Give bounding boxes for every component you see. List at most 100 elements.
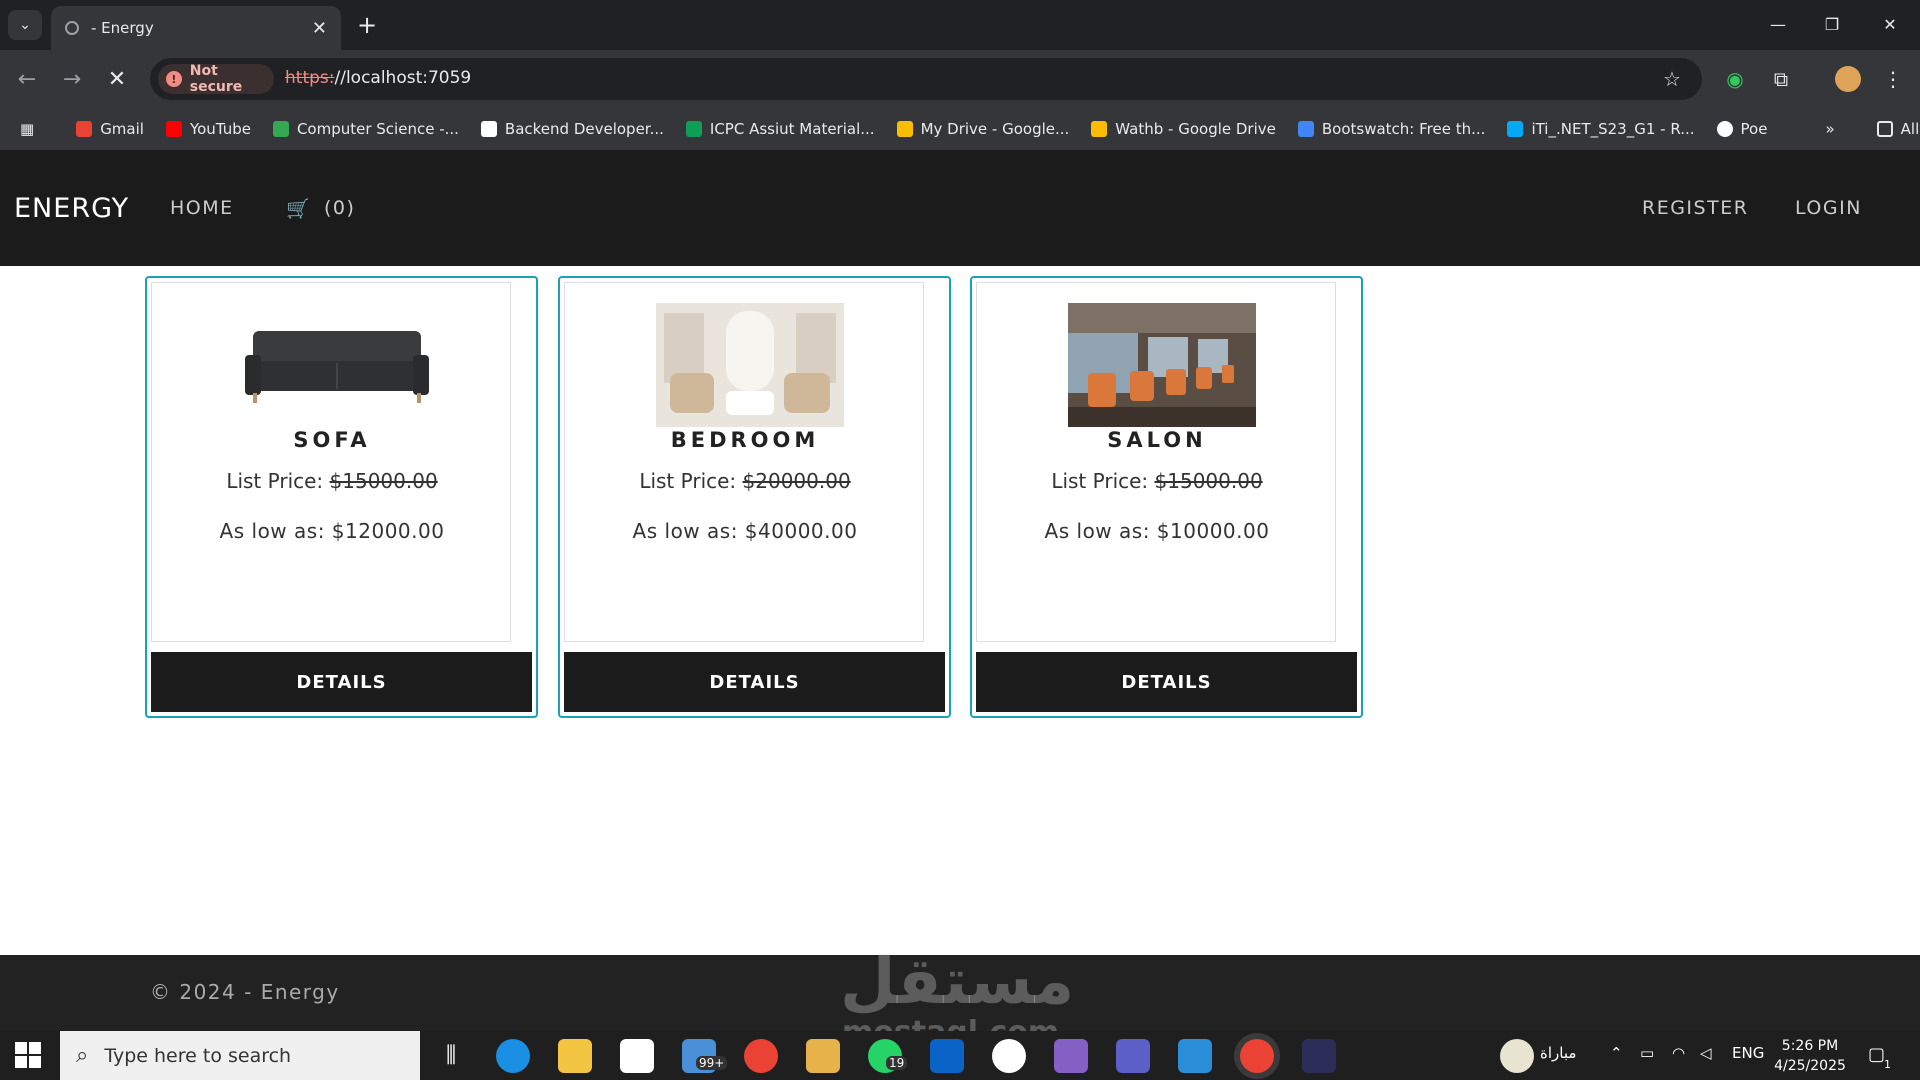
mongodb-compass-icon[interactable] <box>992 1039 1026 1073</box>
restore-icon[interactable]: ❐ <box>1812 8 1852 40</box>
details-button[interactable]: DETAILS <box>564 652 945 712</box>
browser-tab[interactable]: - Energy ✕ <box>51 6 341 50</box>
list-price-value: $15000.00 <box>1154 469 1263 493</box>
list-price-value: $15000.00 <box>329 469 438 493</box>
all-bookmarks[interactable]: All Bookmarks <box>1876 120 1920 138</box>
low-price-label: As low as: <box>219 519 325 543</box>
bookmark-gmail[interactable]: Gmail <box>76 120 144 138</box>
taskbar-clock[interactable]: 5:26 PM 4/25/2025 <box>1770 1036 1850 1076</box>
back-icon[interactable]: ← <box>10 62 44 96</box>
stop-loading-icon[interactable]: ✕ <box>100 62 134 96</box>
bookmark-bootswatch[interactable]: Bootswatch: Free th... <box>1297 120 1486 138</box>
windows-start-icon[interactable] <box>15 1042 41 1068</box>
product-name: SOFA <box>293 428 371 452</box>
product-card-sofa: SOFA List Price: $15000.00 As low as: $1… <box>145 276 538 718</box>
tab-title: - Energy <box>91 19 154 37</box>
low-price: As low as: $12000.00 <box>152 519 512 543</box>
visual-studio-icon[interactable] <box>1054 1039 1088 1073</box>
sharepoint-icon <box>1507 121 1524 137</box>
notifications-icon[interactable]: ▢ <box>1868 1044 1885 1065</box>
teams-icon[interactable] <box>1116 1039 1150 1073</box>
close-tab-icon[interactable]: ✕ <box>312 18 327 39</box>
vscode-icon[interactable] <box>1178 1039 1212 1073</box>
task-view-icon[interactable]: ⫼ <box>434 1039 468 1073</box>
browser-menu-icon[interactable]: ⋮ <box>1878 64 1908 94</box>
bookmark-label: Bootswatch: Free th... <box>1321 120 1486 138</box>
list-price: List Price: $15000.00 <box>977 469 1337 493</box>
bookmark-youtube[interactable]: YouTube <box>165 120 251 138</box>
forward-icon[interactable]: → <box>55 62 89 96</box>
low-price: As low as: $10000.00 <box>977 519 1337 543</box>
bookmark-wathb[interactable]: Wathb - Google Drive <box>1091 120 1276 138</box>
chrome-active-icon[interactable] <box>1240 1039 1274 1073</box>
bookmark-label: Backend Developer... <box>504 120 664 138</box>
apps-icon[interactable]: ▦ <box>20 120 34 138</box>
bookmark-poe[interactable]: Poe <box>1716 120 1767 138</box>
low-price-value: $10000.00 <box>1156 519 1270 543</box>
bookmark-icpc[interactable]: ICPC Assiut Material... <box>685 120 875 138</box>
snipping-tool-icon[interactable] <box>806 1039 840 1073</box>
bookmark-label: My Drive - Google... <box>920 120 1070 138</box>
weather-label[interactable]: مباراة <box>1540 1044 1576 1062</box>
sofa-image <box>245 331 429 403</box>
new-tab-button[interactable]: + <box>352 10 382 40</box>
search-placeholder: Type here to search <box>104 1044 292 1067</box>
bookmark-star-icon[interactable]: ☆ <box>1657 64 1687 94</box>
gmail-icon <box>76 121 93 137</box>
low-price-label: As low as: <box>632 519 738 543</box>
product-card-body: SALON List Price: $15000.00 As low as: $… <box>976 282 1336 642</box>
list-price: List Price: $20000.00 <box>565 469 925 493</box>
url-text[interactable]: https://localhost:7059 <box>285 68 471 88</box>
taskbar-search[interactable]: ⌕ Type here to search <box>60 1031 420 1080</box>
tab-search-menu-button[interactable]: ⌄ <box>8 10 42 40</box>
bookmarks-bar: ▦ Gmail YouTube Computer Science -... Ba… <box>0 108 1920 150</box>
cart-icon[interactable]: 🛒 <box>286 197 310 220</box>
not-secure-chip[interactable]: ! Not secure <box>158 63 274 95</box>
drive-icon <box>1091 121 1108 137</box>
terminal-icon[interactable] <box>1302 1039 1336 1073</box>
tray-chevron-icon[interactable]: ⌃ <box>1610 1044 1623 1062</box>
close-window-icon[interactable]: ✕ <box>1870 8 1910 40</box>
details-button[interactable]: DETAILS <box>151 652 532 712</box>
extensions-icon[interactable]: ⧉ <box>1766 64 1796 94</box>
edge-icon[interactable] <box>496 1039 530 1073</box>
details-button[interactable]: DETAILS <box>976 652 1357 712</box>
bookmark-my-drive[interactable]: My Drive - Google... <box>896 120 1070 138</box>
grammarly-icon[interactable]: ◉ <box>1720 64 1750 94</box>
bookmark-computer-science[interactable]: Computer Science -... <box>272 120 459 138</box>
chrome-icon[interactable] <box>744 1039 778 1073</box>
cart-count[interactable]: (0) <box>324 197 355 219</box>
language-indicator[interactable]: ENG <box>1732 1044 1764 1062</box>
url-host: //localhost:7059 <box>334 68 472 88</box>
bedroom-image <box>656 303 844 427</box>
battery-icon[interactable]: ▭ <box>1640 1044 1654 1062</box>
nav-login[interactable]: LOGIN <box>1795 197 1862 219</box>
file-explorer-icon[interactable] <box>558 1039 592 1073</box>
mail-badge: 99+ <box>696 1056 728 1070</box>
url-protocol: https: <box>285 68 335 88</box>
not-secure-label: Not secure <box>189 63 243 95</box>
product-card-body: BEDROOM List Price: $20000.00 As low as:… <box>564 282 924 642</box>
bookmark-iti[interactable]: iTi_.NET_S23_G1 - R... <box>1507 120 1695 138</box>
all-bookmarks-label: All Bookmarks <box>1900 120 1920 138</box>
weather-icon[interactable] <box>1500 1039 1534 1073</box>
bookmarks-overflow-icon[interactable]: » <box>1825 120 1834 138</box>
site-brand[interactable]: ENERGY <box>14 193 129 224</box>
loading-icon <box>65 21 79 35</box>
nav-home[interactable]: HOME <box>170 197 234 219</box>
bookmark-backend-developer[interactable]: Backend Developer... <box>480 120 664 138</box>
salon-image <box>1068 303 1256 427</box>
bootswatch-icon <box>1297 121 1314 137</box>
volume-icon[interactable]: ◁ <box>1700 1044 1712 1062</box>
list-price-label: List Price: <box>639 469 737 493</box>
minimize-icon[interactable]: — <box>1758 8 1798 40</box>
profile-avatar[interactable] <box>1835 66 1861 92</box>
low-price-value: $12000.00 <box>331 519 445 543</box>
wifi-icon[interactable]: ◠ <box>1672 1044 1685 1062</box>
bookmark-label: Computer Science -... <box>296 120 459 138</box>
outlook-icon[interactable] <box>930 1039 964 1073</box>
product-name: BEDROOM <box>670 428 820 452</box>
nav-register[interactable]: REGISTER <box>1642 197 1748 219</box>
low-price-label: As low as: <box>1044 519 1150 543</box>
store-icon[interactable] <box>620 1039 654 1073</box>
